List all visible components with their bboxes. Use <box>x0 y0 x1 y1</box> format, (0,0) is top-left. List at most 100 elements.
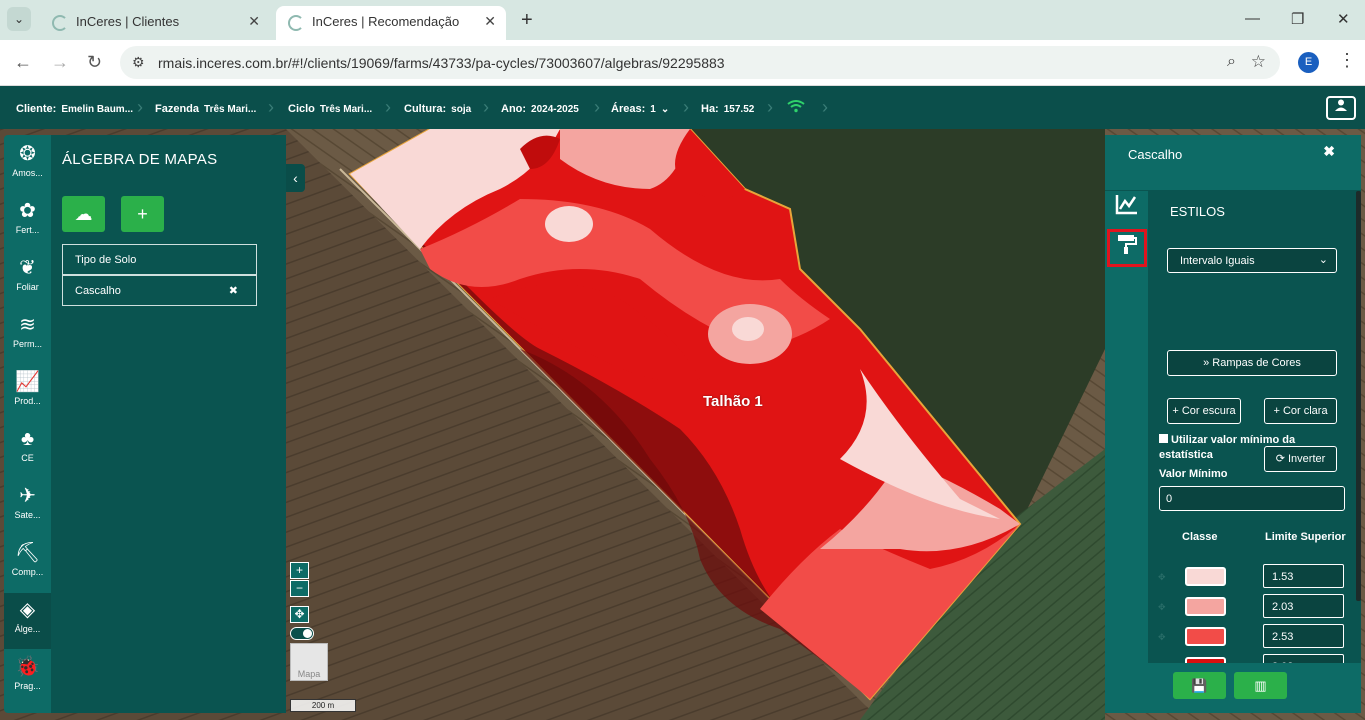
statistics-chart-tab[interactable] <box>1107 191 1147 229</box>
compaction-icon: ⛏ <box>14 542 41 564</box>
use-min-stat-checkbox[interactable]: Utilizar valor mínimo da estatística <box>1159 433 1329 463</box>
upper-limit-input[interactable]: 2.53 <box>1263 624 1344 648</box>
upper-limit-input[interactable]: 2.03 <box>1263 594 1344 618</box>
layers-icon: ◈ <box>19 599 36 621</box>
library-button[interactable]: ▥ <box>1234 672 1287 699</box>
close-window-icon[interactable]: ✕ <box>1337 10 1350 28</box>
pan-move-icon[interactable]: ✥ <box>290 606 309 623</box>
zoom-icon[interactable]: ⌕ <box>1227 53 1236 71</box>
sidebar-item-permanente[interactable]: ≋ Perm... <box>4 308 51 364</box>
scrollbar-thumb[interactable] <box>1356 191 1361 601</box>
breadcrumb-cultura[interactable]: Cultura: soja <box>404 103 471 115</box>
layer-item[interactable]: Tipo de Solo <box>62 244 257 275</box>
cultura-value: soja <box>451 104 472 115</box>
tab-title: InCeres | Clientes <box>76 14 180 29</box>
back-icon[interactable]: ← <box>14 52 32 73</box>
ciclo-label: Ciclo <box>288 103 315 115</box>
breadcrumb-ano[interactable]: Ano: 2024-2025 <box>501 103 579 115</box>
ha-value: 157.52 <box>723 104 755 115</box>
scale-bar: 200 m <box>290 699 356 712</box>
drag-handle-icon[interactable]: ✥ <box>1158 632 1166 643</box>
sidebar-item-amostragem[interactable]: ❂ Amos... <box>4 137 51 193</box>
browser-menu-icon[interactable]: ⋮ <box>1338 50 1356 71</box>
browser-tab-clientes[interactable]: InCeres | Clientes ✕ <box>40 6 270 40</box>
sidebar-item-ce[interactable]: ♣ CE <box>4 422 51 478</box>
bug-icon: 🐞 <box>15 656 40 678</box>
sidebar-item-pragas[interactable]: 🐞 Prag... <box>4 650 51 706</box>
inceres-favicon-icon <box>52 15 68 31</box>
bookmark-star-icon[interactable]: ☆ <box>1251 52 1266 72</box>
checkbox-box[interactable] <box>1159 434 1168 443</box>
breadcrumb-areas[interactable]: Áreas: 1 ⌄ <box>611 103 669 115</box>
style-panel-footer: 💾 ▥ <box>1105 663 1361 713</box>
close-tab-icon[interactable]: ✕ <box>484 13 496 30</box>
remove-layer-icon[interactable]: ✖ <box>229 284 238 297</box>
breadcrumb-ciclo[interactable]: Ciclo Três Mari... <box>288 103 372 115</box>
plus-icon: + <box>1273 405 1280 417</box>
styles-tab[interactable] <box>1107 229 1147 267</box>
browser-toolbar: ← → ↻ ⚙ rmais.inceres.com.br/#!/clients/… <box>0 40 1365 86</box>
dark-color-button[interactable]: + Cor escura <box>1167 398 1241 424</box>
chevron-right-icon: › <box>683 97 689 117</box>
min-value-input[interactable]: 0 <box>1159 486 1345 511</box>
browser-tab-recomendacao[interactable]: InCeres | Recomendação ✕ <box>276 6 506 40</box>
site-settings-icon[interactable]: ⚙ <box>132 54 145 71</box>
tab-search-button[interactable]: ⌄ <box>7 7 31 31</box>
cliente-label: Cliente: <box>16 103 57 115</box>
cliente-value: Emelin Baum... <box>61 104 134 115</box>
color-ramps-button[interactable]: » Rampas de Cores <box>1167 350 1337 376</box>
save-button[interactable]: 💾 <box>1173 672 1226 699</box>
sidebar-item-algebra[interactable]: ◈ Álge... <box>4 593 51 649</box>
new-tab-button[interactable]: + <box>521 9 533 32</box>
button-label: Cor escura <box>1181 405 1236 417</box>
zoom-in-button[interactable]: + <box>290 562 309 579</box>
style-method-select[interactable]: Intervalo Iguais ⌄ <box>1167 248 1337 273</box>
basemap-switch[interactable]: Mapa <box>290 643 328 681</box>
basemap-label: Mapa <box>297 669 321 679</box>
drag-handle-icon[interactable]: ✥ <box>1158 572 1166 583</box>
style-panel: Cascalho ✖ ESTILOS Intervalo Iguais ⌄ » R… <box>1105 135 1361 713</box>
upper-limit-input[interactable]: 1.53 <box>1263 564 1344 588</box>
layer-name: Tipo de Solo <box>75 254 137 266</box>
url-text[interactable]: rmais.inceres.com.br/#!/clients/19069/fa… <box>158 55 725 71</box>
sidebar-item-fertilidade[interactable]: ✿ Fert... <box>4 194 51 250</box>
module-sidebar: ❂ Amos... ✿ Fert... ❦ Foliar ≋ Perm... 📈 Prod… <box>4 135 51 713</box>
close-icon[interactable]: ✖ <box>1323 143 1335 160</box>
ciclo-value: Três Mari... <box>319 104 373 115</box>
class-color-swatch[interactable] <box>1185 627 1226 646</box>
collapse-panel-button[interactable]: ‹ <box>286 164 305 192</box>
class-row: ✥ 2.53 <box>1148 624 1356 650</box>
line-chart-icon: 📈 <box>15 371 40 393</box>
close-tab-icon[interactable]: ✕ <box>248 13 260 30</box>
light-color-button[interactable]: + Cor clara <box>1264 398 1337 424</box>
sidebar-item-compactacao[interactable]: ⛏ Comp... <box>4 536 51 592</box>
scrollbar[interactable] <box>1356 191 1361 663</box>
add-layer-button[interactable]: + <box>121 196 164 232</box>
forward-icon[interactable]: → <box>51 52 69 73</box>
upper-limit-input[interactable]: 3.03 <box>1263 654 1344 663</box>
layer-item[interactable]: Cascalho ✖ <box>62 275 257 306</box>
zoom-out-button[interactable]: − <box>290 580 309 597</box>
sidebar-item-produtividade[interactable]: 📈 Prod... <box>4 365 51 421</box>
reload-icon[interactable]: ↻ <box>87 52 102 73</box>
profile-avatar[interactable]: E <box>1298 52 1319 73</box>
upload-button[interactable]: ☁ <box>62 196 105 232</box>
breadcrumb-cliente[interactable]: Cliente: Emelin Baum... <box>16 103 133 115</box>
save-icon: 💾 <box>1191 678 1208 693</box>
select-value: Intervalo Iguais <box>1180 255 1255 267</box>
sidebar-item-label: Fert... <box>15 225 40 235</box>
class-color-swatch[interactable] <box>1185 567 1226 586</box>
sidebar-item-satelite[interactable]: ✈ Sate... <box>4 479 51 535</box>
layer-toggle[interactable] <box>290 627 314 640</box>
upper-limit-column-header: Limite Superior <box>1265 531 1346 543</box>
sidebar-item-foliar[interactable]: ❦ Foliar <box>4 251 51 307</box>
restore-icon[interactable]: ❐ <box>1291 10 1304 28</box>
address-bar[interactable]: ⚙ rmais.inceres.com.br/#!/clients/19069/… <box>120 46 1280 79</box>
breadcrumb-fazenda[interactable]: Fazenda Três Mari... <box>155 103 256 115</box>
drag-handle-icon[interactable]: ✥ <box>1158 602 1166 613</box>
style-panel-tabs <box>1105 191 1148 663</box>
user-icon[interactable] <box>1326 96 1356 120</box>
minimize-icon[interactable]: — <box>1245 10 1260 27</box>
sidebar-item-label: Álge... <box>14 624 41 634</box>
class-color-swatch[interactable] <box>1185 597 1226 616</box>
